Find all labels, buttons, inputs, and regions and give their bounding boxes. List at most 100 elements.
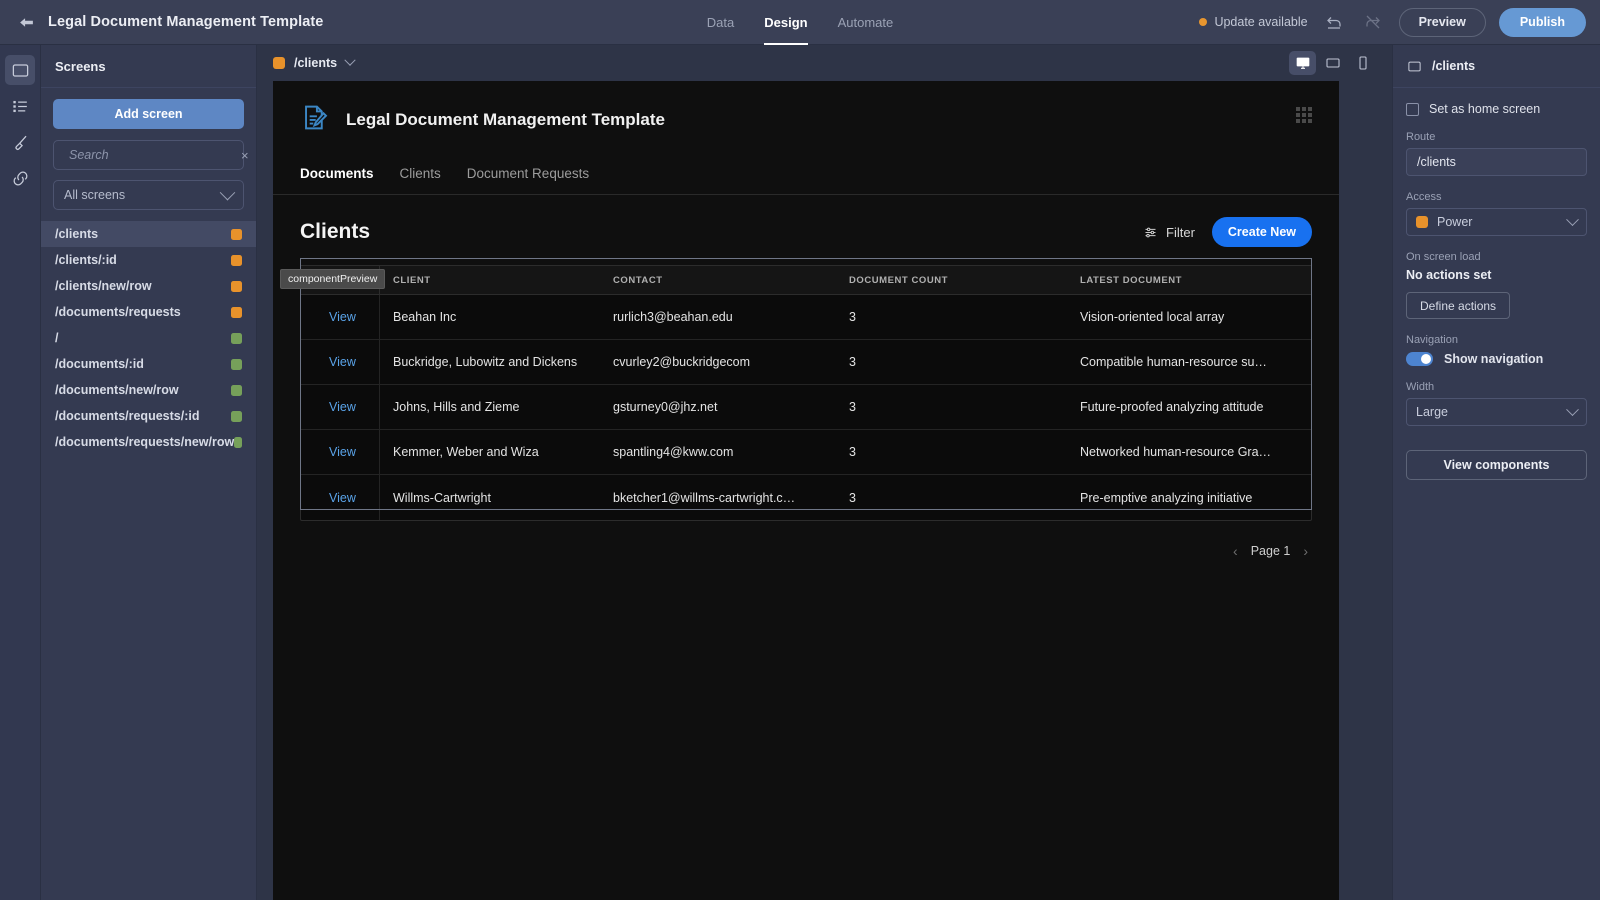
table-row[interactable]: View Willms-Cartwright bketcher1@willms-… [301,475,1311,520]
table-row[interactable]: View Beahan Inc rurlich3@beahan.edu 3 Vi… [301,295,1311,340]
cell-contact: bketcher1@willms-cartwright.c… [613,490,796,505]
set-home-screen-label: Set as home screen [1429,102,1541,116]
screens-filter-select[interactable]: All screens [53,180,244,210]
canvas-toolbar: /clients [257,45,1392,81]
show-navigation-row[interactable]: Show navigation [1406,352,1587,366]
table-row[interactable]: View Kemmer, Weber and Wiza spantling4@k… [301,430,1311,475]
route-label: Route [1406,131,1436,143]
width-label: Width [1406,381,1435,393]
screen-item-documents-requests[interactable]: /documents/requests [41,299,256,325]
col-header-latest-document: LATEST DOCUMENT [1080,274,1183,286]
table-row[interactable]: View Johns, Hills and Zieme gsturney0@jh… [301,385,1311,430]
tab-data[interactable]: Data [707,0,734,45]
preview-nav-documents[interactable]: Documents [300,166,374,181]
screen-item-documents-new-row[interactable]: /documents/new/row [41,377,256,403]
set-home-screen-checkbox[interactable]: Set as home screen [1406,102,1587,116]
desktop-view-button[interactable] [1289,51,1316,75]
properties-panel-body: Set as home screen Route /clients Access… [1393,88,1600,494]
back-arrow-icon[interactable] [6,0,46,45]
screen-route-label: /clients/:id [55,253,117,267]
access-select[interactable]: Power [1406,208,1587,236]
update-available-label: Update available [1214,15,1308,29]
table-row[interactable]: View Buckridge, Lubowitz and Dickens cvu… [301,340,1311,385]
preview-brand: Legal Document Management Template [300,103,1312,137]
table-head: CLIENT CONTACT DOCUMENT COUNT LATEST DOC… [301,266,1311,295]
search-input[interactable] [69,148,232,162]
row-view-link[interactable]: View [329,310,356,324]
row-view-link[interactable]: View [329,445,356,459]
clients-table-block: Clients Filter Create New CLIENT CONTACT… [273,195,1339,559]
screen-route-label: /clients/new/row [55,279,152,293]
show-navigation-toggle[interactable] [1406,352,1433,366]
rail-layers-list-icon[interactable] [5,91,35,121]
row-view-link[interactable]: View [329,355,356,369]
chevron-down-icon [344,54,356,66]
filter-button[interactable]: Filter [1143,225,1195,240]
publish-button[interactable]: Publish [1498,7,1586,37]
properties-panel: /clients Set as home screen Route /clien… [1392,45,1600,900]
chevron-down-icon [219,184,236,200]
screen-route-label: /documents/:id [55,357,144,371]
preview-nav-clients[interactable]: Clients [400,166,441,181]
add-screen-button[interactable]: Add screen [53,99,244,129]
preview-nav: Documents Clients Document Requests [300,166,1312,194]
redo-disabled-icon[interactable] [1360,9,1386,35]
preview-button[interactable]: Preview [1398,7,1486,37]
screen-route-label: /documents/new/row [55,383,179,397]
screen-route-label: / [55,331,59,345]
route-input[interactable]: /clients [1406,148,1587,176]
filter-label: Filter [1166,224,1195,240]
grid-dots-icon[interactable] [1296,107,1312,123]
screen-item-clients-new-row[interactable]: /clients/new/row [41,273,256,299]
screen-access-badge [231,228,242,240]
width-select[interactable]: Large [1406,398,1587,426]
col-header-contact: CONTACT [613,274,663,286]
screen-access-badge [231,332,242,344]
tab-automate[interactable]: Automate [838,0,894,45]
page-title: Legal Document Management Template [48,14,324,30]
screens-panel-title: Screens [41,45,256,88]
cell-client: Johns, Hills and Zieme [393,400,520,414]
screen-item-root[interactable]: / [41,325,256,351]
device-preview-switcher [1289,51,1376,75]
properties-panel-title: /clients [1432,59,1476,73]
update-available-indicator[interactable]: Update available [1199,15,1308,29]
preview-nav-document-requests[interactable]: Document Requests [467,166,589,181]
app-root: Legal Document Management Template Data … [0,0,1600,900]
next-page-button[interactable]: › [1303,543,1308,559]
on-screen-load-label: On screen load [1406,251,1481,263]
prev-page-button[interactable]: ‹ [1233,543,1238,559]
update-dot-icon [1199,18,1208,26]
row-view-link[interactable]: View [329,400,356,414]
screen-item-documents-requests-new-row[interactable]: /documents/requests/new/row [41,429,256,455]
tablet-view-button[interactable] [1319,51,1346,75]
screen-route-label: /documents/requests/new/row [55,435,235,449]
checkbox-icon [1406,102,1419,116]
mobile-view-button[interactable] [1349,51,1376,75]
screen-access-badge [231,306,242,318]
breadcrumb[interactable]: /clients [273,54,356,70]
component-preview-tooltip: componentPreview [280,269,386,289]
table-actions: Filter Create New [1143,217,1312,247]
clear-search-icon[interactable]: × [239,148,251,163]
screen-item-clients-id[interactable]: /clients/:id [41,247,256,273]
rail-screens-icon[interactable] [5,55,35,85]
on-screen-load-value: No actions set [1406,268,1492,282]
screen-item-clients[interactable]: /clients [41,221,256,247]
tab-design[interactable]: Design [764,0,808,45]
undo-icon[interactable] [1321,9,1347,35]
properties-panel-header: /clients [1393,45,1600,88]
create-new-button[interactable]: Create New [1211,217,1312,247]
screen-access-badge [231,280,242,292]
rail-links-icon[interactable] [5,163,35,193]
row-view-link[interactable]: View [329,491,356,505]
view-components-button[interactable]: View components [1406,450,1587,480]
define-actions-button[interactable]: Define actions [1406,292,1511,319]
screen-item-documents-id[interactable]: /documents/:id [41,351,256,377]
screen-route-label: /documents/requests/:id [55,409,200,423]
page-indicator: Page 1 [1250,544,1291,558]
screen-item-documents-requests-id[interactable]: /documents/requests/:id [41,403,256,429]
search-box[interactable]: × [53,140,249,170]
rail-theme-brush-icon[interactable] [5,127,35,157]
cell-contact: gsturney0@jhz.net [613,400,718,414]
